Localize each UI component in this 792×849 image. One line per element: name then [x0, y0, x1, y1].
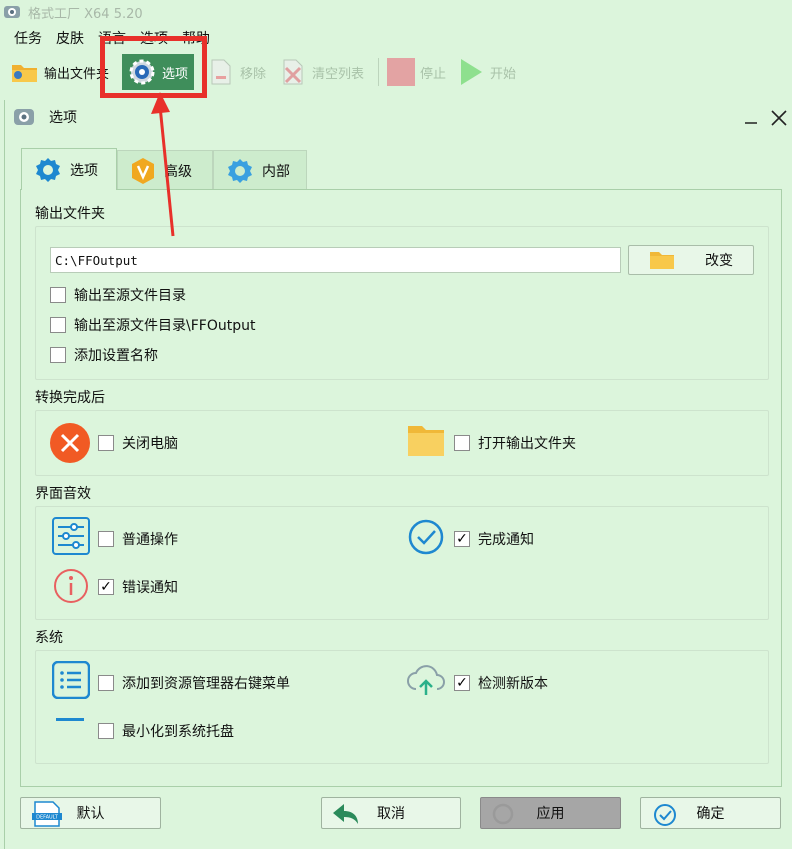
minimize-icon	[745, 122, 757, 124]
close-button[interactable]	[767, 106, 791, 130]
info-error-icon	[54, 569, 88, 603]
checkbox-checked[interactable]: ✓	[454, 531, 470, 547]
opt-minimize-tray[interactable]: 最小化到系统托盘	[98, 721, 234, 741]
default-button[interactable]: DEFAULT 默认	[20, 797, 161, 829]
dialog-titlebar: 选项	[5, 100, 792, 134]
highlight-box	[100, 36, 207, 98]
app-logo-icon	[14, 109, 34, 125]
opt-add-setting-name[interactable]: 添加设置名称	[50, 345, 158, 365]
gear-icon	[36, 157, 60, 182]
play-icon	[461, 59, 482, 85]
folder-icon	[12, 65, 37, 82]
output-folder-button[interactable]: 输出文件夹	[10, 54, 109, 90]
sound-group: 普通操作 ✓ 完成通知 ✓ 错误通知	[35, 506, 769, 620]
tab-internal[interactable]: 内部	[213, 150, 307, 190]
section-system: 系统	[35, 630, 63, 646]
opt-context-menu[interactable]: 添加到资源管理器右键菜单	[98, 673, 290, 693]
stop-button[interactable]: 停止	[386, 54, 446, 90]
apply-button[interactable]: 应用	[480, 797, 621, 829]
close-icon	[771, 110, 787, 126]
opt-sound-normal[interactable]: 普通操作	[98, 529, 178, 549]
change-folder-button[interactable]: 改变	[628, 245, 754, 275]
start-button[interactable]: 开始	[458, 54, 516, 90]
stop-icon	[387, 58, 415, 86]
options-panel: 输出文件夹 C:\FFOutput 改变 输出至源文件目录 输出至源文件目录\F…	[20, 189, 782, 787]
ok-button[interactable]: 确定	[640, 797, 781, 829]
clear-list-icon	[283, 59, 303, 85]
clear-list-button[interactable]: 清空列表	[280, 54, 364, 90]
options-dialog: 选项 选项 高级 内部 输出文件夹 C:\FFOutput 改变 输出至源文件目…	[4, 100, 792, 849]
opt-shutdown[interactable]: 关闭电脑	[98, 433, 178, 453]
menu-skin[interactable]: 皮肤	[56, 28, 84, 48]
remove-doc-icon	[211, 59, 231, 85]
app-logo-icon	[4, 6, 20, 18]
checkbox-checked[interactable]: ✓	[454, 675, 470, 691]
minimize-tray-icon	[56, 718, 84, 721]
sliders-icon	[52, 517, 90, 555]
checkbox[interactable]	[98, 723, 114, 739]
system-group: 添加到资源管理器右键菜单 ✓ 检测新版本 最小化到系统托盘	[35, 650, 769, 764]
opt-sound-complete[interactable]: ✓ 完成通知	[454, 529, 534, 549]
annotation-arrow	[151, 92, 175, 237]
section-sound: 界面音效	[35, 486, 91, 502]
checkbox[interactable]	[98, 531, 114, 547]
folder-icon	[408, 426, 444, 456]
opt-sound-error[interactable]: ✓ 错误通知	[98, 577, 178, 597]
section-after-convert: 转换完成后	[35, 390, 105, 406]
cloud-upload-icon	[407, 665, 445, 695]
shutdown-icon	[50, 423, 90, 463]
app-titlebar: 格式工厂 X64 5.20	[0, 0, 792, 24]
checkbox-checked[interactable]: ✓	[98, 579, 114, 595]
checkbox[interactable]	[50, 347, 66, 363]
output-folder-group: C:\FFOutput 改变 输出至源文件目录 输出至源文件目录\FFOutpu…	[35, 226, 769, 380]
opt-output-source-dir-ffoutput[interactable]: 输出至源文件目录\FFOutput	[50, 315, 255, 335]
check-circle-icon	[408, 519, 444, 555]
app-title: 格式工厂 X64 5.20	[28, 6, 143, 22]
remove-button[interactable]: 移除	[208, 54, 266, 90]
checkbox[interactable]	[98, 435, 114, 451]
section-output-folder: 输出文件夹	[35, 206, 105, 222]
opt-output-source-dir[interactable]: 输出至源文件目录	[50, 285, 186, 305]
checkbox[interactable]	[98, 675, 114, 691]
opt-check-update[interactable]: ✓ 检测新版本	[454, 673, 548, 693]
gear-icon	[228, 158, 252, 183]
checkbox[interactable]	[50, 287, 66, 303]
opt-open-output-folder[interactable]: 打开输出文件夹	[454, 433, 576, 453]
checkbox[interactable]	[50, 317, 66, 333]
tab-options[interactable]: 选项	[21, 148, 117, 190]
menu-task[interactable]: 任务	[14, 28, 42, 48]
toolbar-divider	[378, 58, 379, 86]
checkbox[interactable]	[454, 435, 470, 451]
folder-icon	[650, 252, 674, 269]
dialog-title: 选项	[49, 110, 77, 126]
cancel-button[interactable]: 取消	[321, 797, 461, 829]
minimize-button[interactable]	[739, 106, 763, 130]
after-convert-group: 关闭电脑 打开输出文件夹	[35, 410, 769, 476]
output-path-field[interactable]: C:\FFOutput	[50, 247, 621, 273]
list-icon	[52, 661, 90, 699]
